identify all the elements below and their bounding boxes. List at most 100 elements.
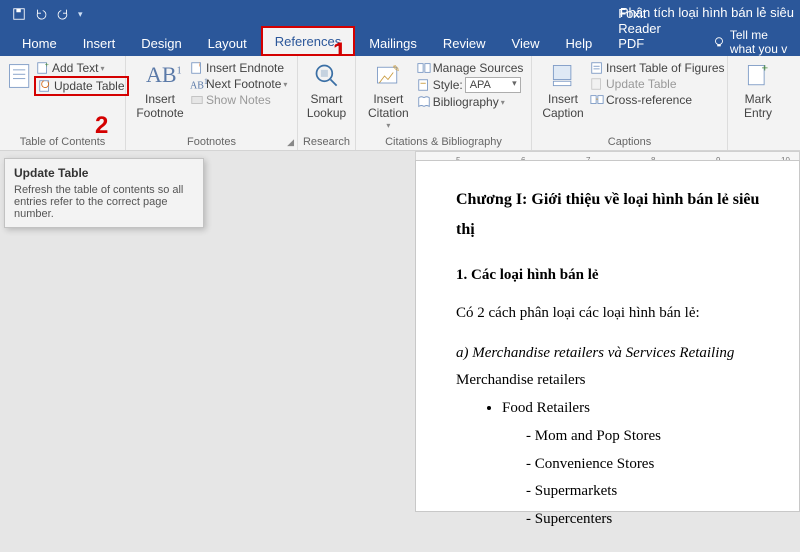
dropdown-icon: ▾ xyxy=(386,121,390,130)
mark-entry-button[interactable]: + Mark Entry xyxy=(734,60,782,123)
group-research: Smart Lookup Research xyxy=(298,56,356,150)
show-notes-label: Show Notes xyxy=(206,93,271,107)
tab-home[interactable]: Home xyxy=(10,30,69,56)
group-index: + Mark Entry xyxy=(728,56,788,150)
group-label-footnotes: Footnotes xyxy=(126,136,297,148)
paragraph-italic: a) Merchandise retailers và Services Ret… xyxy=(456,340,771,368)
tell-me-label: Tell me what you v xyxy=(730,28,790,56)
style-icon xyxy=(417,78,431,92)
tell-me[interactable]: Tell me what you v xyxy=(712,28,790,56)
dropdown-icon: ▾ xyxy=(100,64,104,73)
update-table-button[interactable]: Update Table xyxy=(34,76,129,96)
heading-2: 1. Các loại hình bán lẻ xyxy=(456,262,771,290)
update-tof-label: Update Table xyxy=(606,77,677,91)
tab-help[interactable]: Help xyxy=(553,30,604,56)
insert-endnote-button[interactable]: i Insert Endnote xyxy=(188,60,289,76)
insert-footnote-button[interactable]: AB1 Insert Footnote xyxy=(132,60,188,123)
group-label-captions: Captions xyxy=(532,136,727,148)
svg-text:✎: ✎ xyxy=(393,64,400,74)
document-page[interactable]: Chương I: Giới thiệu về loại hình bán lẻ… xyxy=(415,160,800,512)
bibliography-icon xyxy=(417,95,431,109)
manage-sources-icon xyxy=(417,61,431,75)
next-footnote-icon: AB1 xyxy=(190,77,204,91)
save-icon[interactable] xyxy=(12,7,26,21)
mark-entry-icon: + xyxy=(744,62,772,90)
bibliography-label: Bibliography xyxy=(433,95,499,109)
toc-button[interactable] xyxy=(6,60,34,96)
group-label-research: Research xyxy=(298,136,355,148)
quick-access-toolbar: ▾ xyxy=(6,7,89,21)
insert-citation-button[interactable]: ✎ Insert Citation ▾ xyxy=(362,60,415,132)
heading-1: Chương I: Giới thiệu về loại hình bán lẻ… xyxy=(456,185,771,244)
paragraph: Merchandise retailers xyxy=(456,367,771,395)
add-text-label: Add Text xyxy=(52,61,98,75)
tooltip-body: Refresh the table of contents so all ent… xyxy=(14,184,194,220)
tab-view[interactable]: View xyxy=(500,30,552,56)
tab-insert[interactable]: Insert xyxy=(71,30,128,56)
next-footnote-button[interactable]: AB1 Next Footnote ▾ xyxy=(188,76,289,92)
footnotes-launcher-icon[interactable]: ◢ xyxy=(287,137,294,148)
callout-2: 2 xyxy=(95,112,108,140)
group-citations: ✎ Insert Citation ▾ Manage Sources Style… xyxy=(356,56,532,150)
citation-icon: ✎ xyxy=(374,62,402,90)
list-item: Convenience Stores xyxy=(526,451,771,479)
undo-icon[interactable] xyxy=(34,7,48,21)
redo-icon[interactable] xyxy=(56,7,70,21)
qat-more-icon[interactable]: ▾ xyxy=(78,9,83,20)
smart-lookup-icon xyxy=(313,62,341,90)
tab-mailings[interactable]: Mailings xyxy=(357,30,429,56)
next-footnote-label: Next Footnote xyxy=(206,77,281,91)
manage-sources-button[interactable]: Manage Sources xyxy=(415,60,526,76)
tab-design[interactable]: Design xyxy=(129,30,193,56)
insert-endnote-label: Insert Endnote xyxy=(206,61,284,75)
document-content: Chương I: Giới thiệu về loại hình bán lẻ… xyxy=(416,161,799,552)
smart-lookup-label: Smart Lookup xyxy=(307,93,346,121)
tab-layout[interactable]: Layout xyxy=(196,30,259,56)
list-item: Supercenters xyxy=(526,506,771,534)
footnote-icon: AB1 xyxy=(146,62,174,90)
endnote-icon: i xyxy=(190,61,204,75)
group-label-citations: Citations & Bibliography xyxy=(356,136,531,148)
add-text-icon: + xyxy=(36,61,50,75)
dropdown-icon: ▾ xyxy=(283,80,287,89)
tooltip-update-table: Update Table Refresh the table of conten… xyxy=(4,158,204,228)
crossref-button[interactable]: Cross-reference xyxy=(588,92,727,108)
tooltip-title: Update Table xyxy=(14,166,194,180)
insert-caption-button[interactable]: Insert Caption xyxy=(538,60,588,123)
list-item: Food Retailers xyxy=(502,395,771,423)
crossref-label: Cross-reference xyxy=(606,93,692,107)
tof-icon xyxy=(590,61,604,75)
show-notes-icon xyxy=(190,93,204,107)
svg-text:i: i xyxy=(199,62,200,68)
svg-text:+: + xyxy=(762,63,769,75)
show-notes-button: Show Notes xyxy=(188,92,289,108)
toc-icon xyxy=(6,62,34,90)
caption-icon xyxy=(549,62,577,90)
crossref-icon xyxy=(590,93,604,107)
group-captions: Insert Caption Insert Table of Figures U… xyxy=(532,56,728,150)
insert-tof-label: Insert Table of Figures xyxy=(606,61,725,75)
insert-citation-label: Insert Citation xyxy=(368,93,409,121)
insert-footnote-label: Insert Footnote xyxy=(136,93,183,121)
smart-lookup-button[interactable]: Smart Lookup xyxy=(304,60,349,123)
list-item: Mom and Pop Stores xyxy=(526,423,771,451)
dropdown-icon: ▾ xyxy=(501,98,505,107)
svg-text:+: + xyxy=(45,62,49,69)
update-tof-icon xyxy=(590,77,604,91)
lightbulb-icon xyxy=(712,35,726,49)
paragraph: Có 2 cách phân loại các loại hình bán lẻ… xyxy=(456,300,771,328)
group-footnotes: AB1 Insert Footnote i Insert Endnote AB1… xyxy=(126,56,298,150)
update-table-label: Update Table xyxy=(54,79,125,93)
tab-review[interactable]: Review xyxy=(431,30,498,56)
update-tof-button: Update Table xyxy=(588,76,727,92)
style-selector[interactable]: Style: APA xyxy=(415,76,526,94)
list-item: Supermarkets xyxy=(526,478,771,506)
document-title: Phân tích loại hình bán lẻ siêu xyxy=(620,5,794,20)
insert-tof-button[interactable]: Insert Table of Figures xyxy=(588,60,727,76)
mark-entry-label: Mark Entry xyxy=(740,93,776,121)
insert-caption-label: Insert Caption xyxy=(542,93,583,121)
add-text-button[interactable]: + Add Text ▾ xyxy=(34,60,129,76)
bibliography-button[interactable]: Bibliography ▾ xyxy=(415,94,526,110)
style-value[interactable]: APA xyxy=(465,77,521,93)
ribbon: + Add Text ▾ Update Table Table of Conte… xyxy=(0,56,800,151)
